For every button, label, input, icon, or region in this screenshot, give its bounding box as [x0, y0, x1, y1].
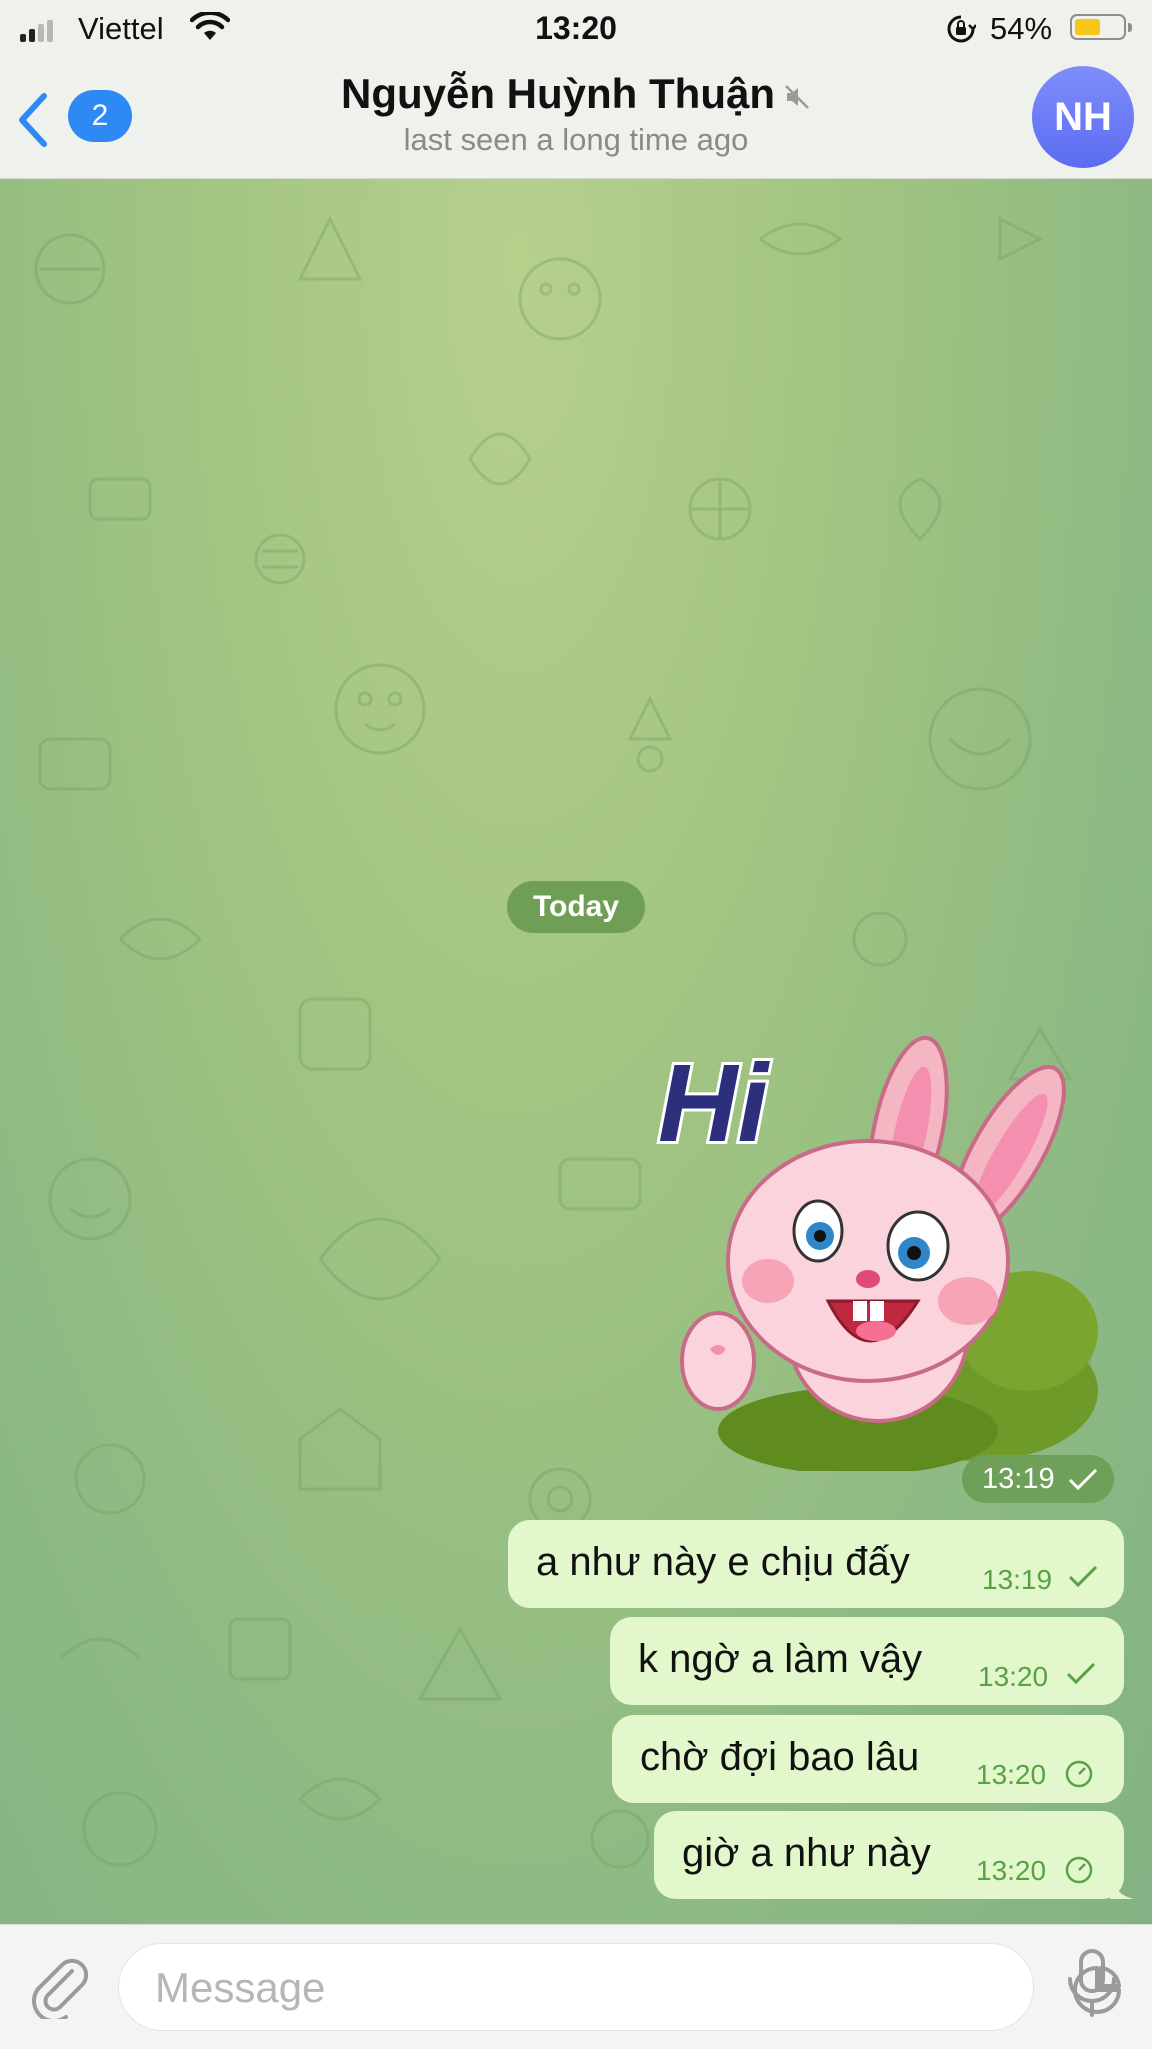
message-time: 13:19 — [982, 1564, 1053, 1595]
status-time: 13:20 — [535, 10, 617, 46]
message-time: 13:20 — [976, 1855, 1047, 1886]
clock-icon — [1065, 1856, 1093, 1884]
message-text: k ngờ a làm vậy — [638, 1637, 923, 1681]
bunny-hi-sticker[interactable]: Hi — [648, 1031, 1108, 1471]
chat-area[interactable]: Today Hi 13:19 a như này e chịu đấy 13:1… — [0, 179, 1152, 1924]
message-text: giờ a như này — [682, 1831, 931, 1875]
chevron-left-icon — [19, 93, 47, 147]
orientation-lock-icon — [947, 15, 976, 43]
check-icon — [1066, 1662, 1096, 1685]
bubble-tail — [1110, 1873, 1134, 1899]
chat-title: Nguyễn Huỳnh Thuận — [260, 70, 892, 118]
sticker-hi-text: Hi — [658, 1042, 770, 1165]
clock-icon — [1065, 1760, 1093, 1788]
outgoing-message[interactable]: k ngờ a làm vậy 13:20 — [610, 1617, 1124, 1705]
message-text: chờ đợi bao lâu — [640, 1735, 920, 1779]
battery-percent: 54% — [990, 11, 1053, 46]
outgoing-message[interactable]: chờ đợi bao lâu 13:20 — [612, 1715, 1124, 1803]
unread-badge: 2 — [68, 90, 132, 142]
message-time: 13:20 — [978, 1661, 1049, 1692]
date-separator: Today — [507, 881, 645, 933]
message-text: a như này e chịu đấy — [536, 1540, 910, 1584]
outgoing-message[interactable]: a như này e chịu đấy 13:19 — [508, 1520, 1124, 1608]
chat-header: 2 Nguyễn Huỳnh Thuận last seen a long ti… — [0, 58, 1152, 179]
message-time: 13:20 — [976, 1759, 1047, 1790]
outgoing-message[interactable]: giờ a như này 13:20 — [654, 1811, 1134, 1899]
avatar[interactable]: NH — [1032, 66, 1134, 168]
sticker-time-pill: 13:19 — [962, 1455, 1114, 1503]
message-field[interactable] — [118, 1943, 1121, 2032]
mute-icon — [785, 85, 809, 109]
sticker-time: 13:19 — [982, 1463, 1055, 1495]
contact-name: Nguyễn Huỳnh Thuận — [341, 70, 775, 117]
message-input-bar — [0, 1924, 1152, 2049]
chat-title-block[interactable]: Nguyễn Huỳnh Thuận last seen a long time… — [260, 70, 892, 158]
last-seen-status: last seen a long time ago — [403, 122, 749, 157]
message-input[interactable] — [153, 1944, 937, 2032]
status-bar: Viettel 13:20 54% — [0, 0, 1152, 58]
battery-icon — [1070, 14, 1132, 40]
paperclip-icon[interactable] — [26, 1953, 92, 2019]
back-button[interactable]: 2 — [16, 86, 132, 148]
microphone-icon[interactable] — [1064, 1947, 1120, 2019]
check-icon — [1068, 1565, 1098, 1588]
check-icon — [1068, 1468, 1098, 1490]
